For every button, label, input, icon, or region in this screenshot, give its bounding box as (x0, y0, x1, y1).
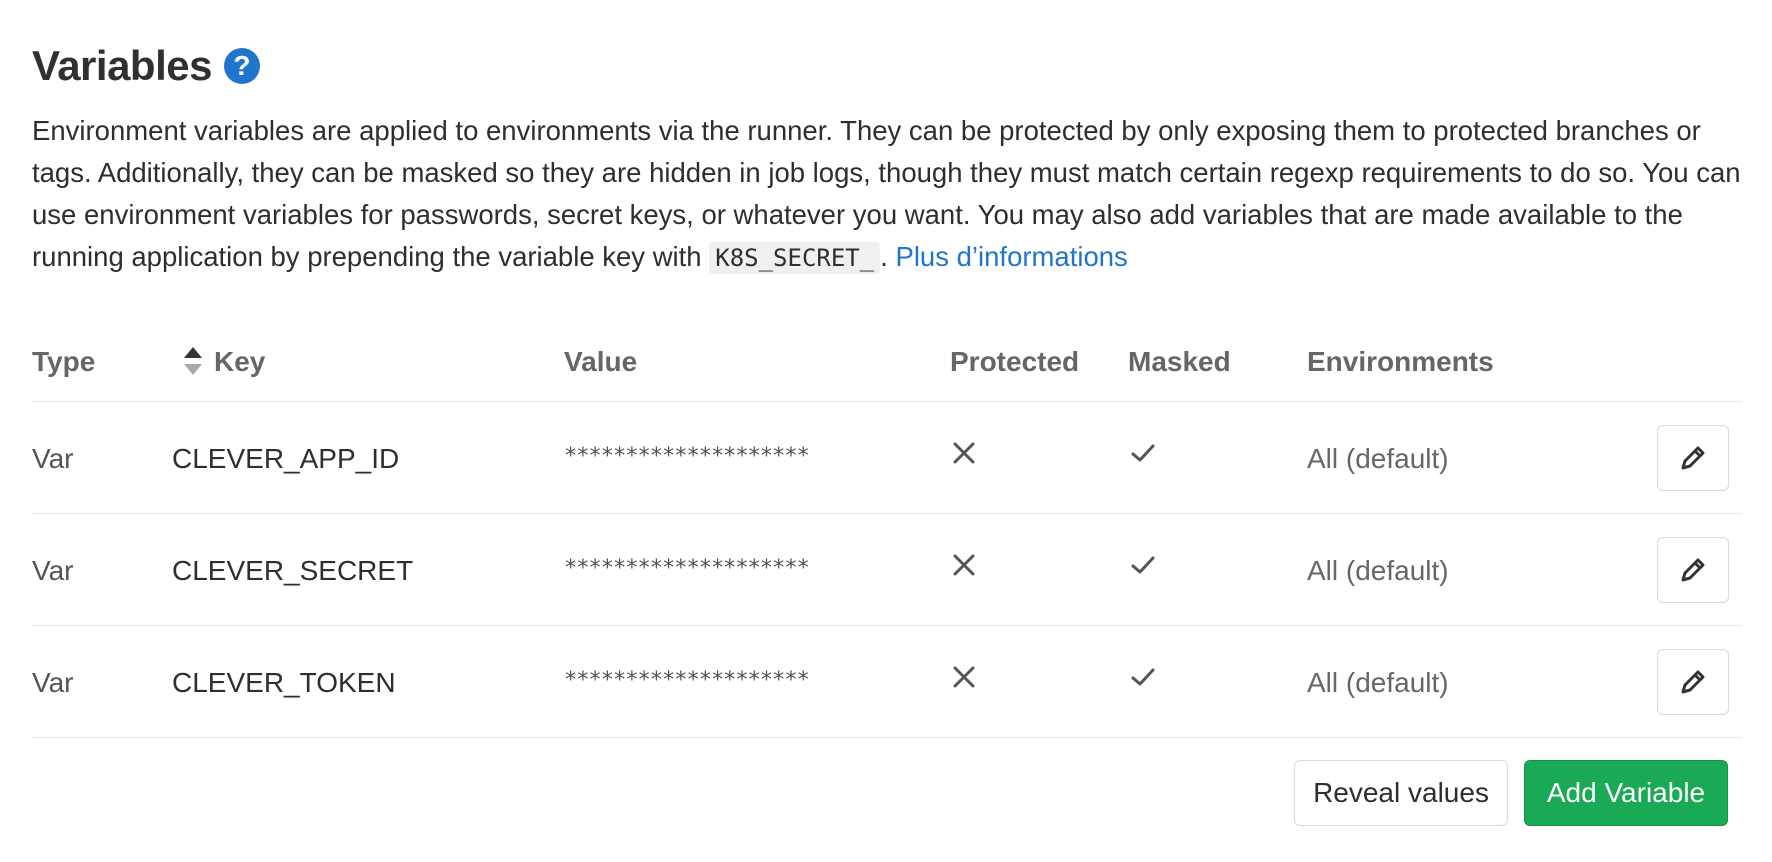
pencil-icon (1681, 670, 1705, 694)
check-icon (1131, 556, 1155, 574)
question-circle-icon[interactable]: ? (223, 48, 260, 84)
description-separator: . (880, 241, 888, 272)
row-environment: All (default) (1307, 443, 1449, 474)
header-type: Type (32, 346, 96, 377)
header-key[interactable]: Key (214, 346, 265, 378)
edit-variable-button[interactable] (1657, 425, 1729, 491)
row-divider (32, 737, 1742, 738)
row-type: Var (32, 443, 74, 474)
more-info-link[interactable]: Plus d’informations (895, 241, 1127, 272)
k8s-secret-code: K8S_SECRET_ (709, 242, 881, 274)
row-environment: All (default) (1307, 667, 1449, 698)
add-variable-button[interactable]: Add Variable (1524, 760, 1728, 826)
header-masked: Masked (1128, 346, 1231, 377)
check-icon (1131, 444, 1155, 462)
header-environments: Environments (1307, 346, 1494, 377)
edit-variable-button[interactable] (1657, 537, 1729, 603)
title-row: Variables ? (32, 42, 260, 90)
check-icon (1131, 668, 1155, 686)
sort-icon[interactable] (182, 345, 204, 377)
header-value: Value (564, 346, 638, 377)
row-key: CLEVER_TOKEN (172, 667, 396, 698)
row-divider (32, 513, 1742, 514)
row-divider (32, 625, 1742, 626)
row-key: CLEVER_SECRET (172, 555, 414, 586)
table-divider (32, 401, 1742, 402)
row-type: Var (32, 555, 74, 586)
section-title: Variables (32, 42, 212, 89)
row-value: ******************** (564, 444, 810, 469)
pencil-icon (1681, 558, 1705, 582)
row-type: Var (32, 667, 74, 698)
edit-variable-button[interactable] (1657, 649, 1729, 715)
row-value: ******************** (564, 556, 810, 581)
row-key: CLEVER_APP_ID (172, 443, 400, 474)
pencil-icon (1681, 446, 1705, 470)
close-icon (953, 554, 975, 576)
close-icon (953, 666, 975, 688)
row-environment: All (default) (1307, 555, 1449, 586)
row-value: ******************** (564, 668, 810, 693)
close-icon (953, 442, 975, 464)
header-protected: Protected (950, 346, 1080, 377)
section-description: Environment variables are applied to env… (32, 110, 1742, 279)
reveal-values-button[interactable]: Reveal values (1294, 760, 1508, 826)
